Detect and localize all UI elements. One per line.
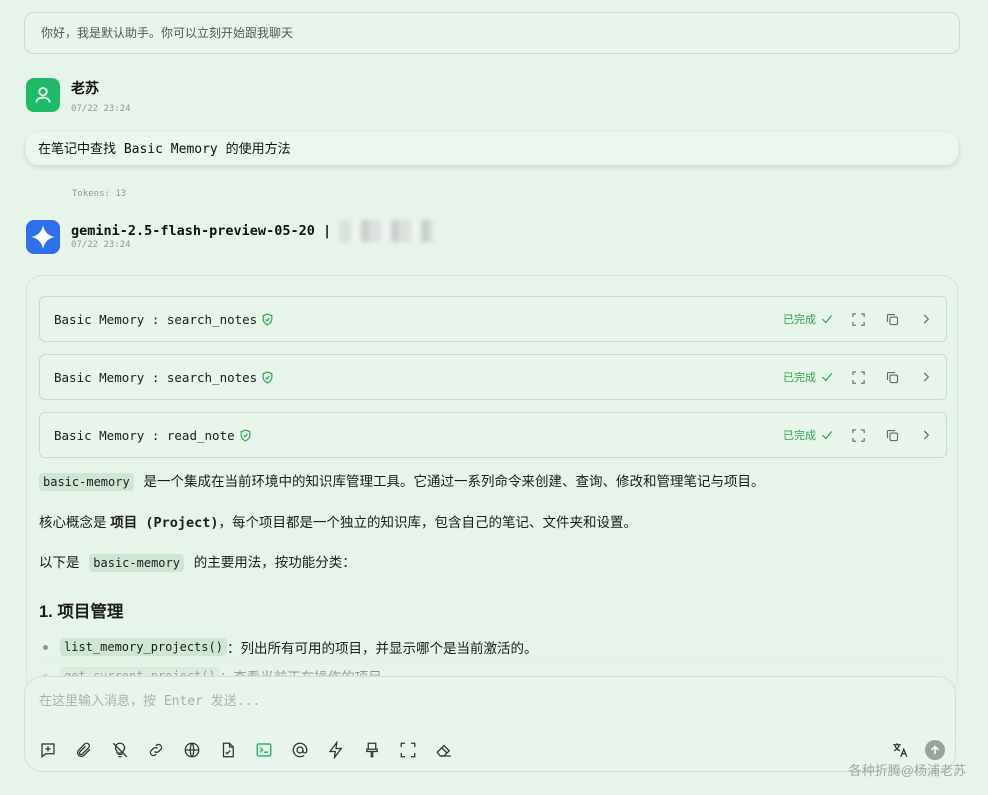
watermark: 各种折腾@杨浦老苏 (848, 763, 966, 778)
send-button[interactable] (925, 740, 945, 760)
fullscreen-icon[interactable] (397, 739, 419, 761)
bold-text: 项目 (Project) (110, 515, 219, 531)
copy-icon[interactable] (882, 425, 902, 445)
tool-call-name: Basic Memory : search_notes (54, 311, 258, 327)
composer-right-tools (889, 739, 945, 761)
list-item: list_memory_projects() ：列出所有可用的项目，并显示哪个是… (39, 637, 537, 657)
message-input[interactable] (39, 689, 919, 713)
shield-check-icon (239, 428, 252, 442)
expand-icon[interactable] (848, 425, 868, 445)
lightning-icon[interactable] (325, 739, 347, 761)
copy-icon[interactable] (882, 367, 902, 387)
chevron-right-icon[interactable] (916, 425, 936, 445)
section-heading: 1. 项目管理 (39, 603, 124, 621)
inline-code: list_memory_projects() (60, 638, 227, 656)
user-avatar[interactable] (26, 78, 60, 112)
paragraph: 核心概念是 项目 (Project)，每个项目都是一个独立的知识库，包含自己的笔… (39, 515, 638, 531)
expand-icon[interactable] (848, 367, 868, 387)
tool-call-row[interactable]: Basic Memory : search_notes 已完成 (39, 354, 947, 400)
greeting-message: 你好，我是默认助手。你可以立刻开始跟我聊天 (24, 12, 960, 54)
expand-icon[interactable] (848, 309, 868, 329)
brush-icon[interactable] (361, 739, 383, 761)
chevron-right-icon[interactable] (916, 367, 936, 387)
model-name: gemini-2.5-flash-preview-05-20 | (71, 223, 332, 239)
user-name: 老苏 (71, 80, 99, 96)
paragraph: basic-memory 是一个集成在当前环境中的知识库管理工具。它通过一系列命… (39, 470, 764, 491)
eraser-icon[interactable] (433, 739, 455, 761)
tool-call-row[interactable]: Basic Memory : read_note 已完成 (39, 412, 947, 458)
token-count: Tokens: 13 (72, 189, 127, 199)
paragraph: 以下是 basic-memory 的主要用法，按功能分类： (39, 554, 356, 572)
user-message-bubble: 在笔记中查找 Basic Memory 的使用方法 (26, 132, 958, 165)
copy-icon[interactable] (882, 309, 902, 329)
tool-status: 已完成 (783, 369, 834, 385)
check-icon (821, 431, 833, 440)
sparkle-icon (31, 225, 55, 249)
tool-call-row[interactable]: Basic Memory : search_notes 已完成 (39, 296, 947, 342)
translate-icon[interactable] (889, 739, 911, 761)
file-icon[interactable] (217, 739, 239, 761)
assistant-message-card: Basic Memory : search_notes 已完成 Basic Me… (26, 275, 958, 695)
check-icon (821, 315, 833, 324)
attachment-icon[interactable] (73, 739, 95, 761)
inline-code: basic-memory (39, 473, 134, 491)
shield-check-icon (261, 312, 274, 326)
check-icon (821, 373, 833, 382)
message-composer (24, 676, 956, 772)
inline-code: basic-memory (89, 554, 184, 572)
gemini-avatar[interactable] (26, 220, 60, 254)
tool-status: 已完成 (783, 311, 834, 327)
chevron-right-icon[interactable] (916, 309, 936, 329)
terminal-icon[interactable] (253, 739, 275, 761)
mention-icon[interactable] (289, 739, 311, 761)
tool-call-name: Basic Memory : search_notes (54, 369, 258, 385)
arrow-up-icon (930, 745, 940, 754)
user-message-time: 07/22 23:24 (71, 104, 131, 114)
shield-check-icon (261, 370, 274, 384)
web-search-off-icon[interactable] (109, 739, 131, 761)
tool-call-name: Basic Memory : read_note (54, 427, 235, 443)
globe-icon[interactable] (181, 739, 203, 761)
assistant-message-header: gemini-2.5-flash-preview-05-20 | 07/22 2… (26, 220, 434, 254)
link-icon[interactable] (145, 739, 167, 761)
tool-status: 已完成 (783, 427, 834, 443)
composer-toolbar (37, 739, 455, 761)
new-topic-icon[interactable] (37, 739, 59, 761)
user-message-header: 老苏 07/22 23:24 (26, 78, 131, 114)
redacted-block (339, 220, 434, 242)
user-message-text: 在笔记中查找 Basic Memory 的使用方法 (38, 142, 291, 157)
